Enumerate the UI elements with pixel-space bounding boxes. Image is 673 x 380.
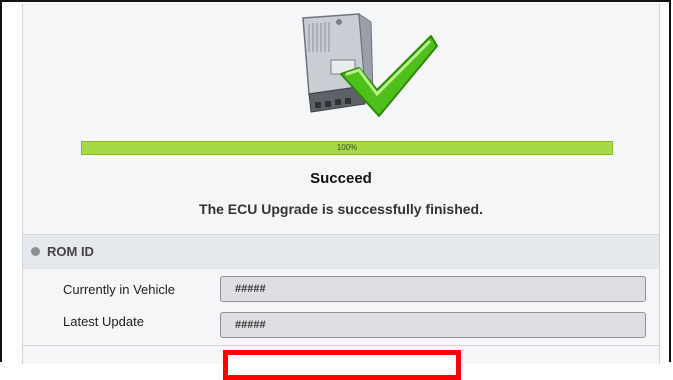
progress-bar: 100% bbox=[81, 141, 613, 155]
progress-percent-label: 100% bbox=[336, 143, 358, 152]
latest-update-label: Latest Update bbox=[63, 314, 144, 329]
latest-update-value: ##### bbox=[220, 312, 646, 338]
divider bbox=[23, 345, 659, 346]
checkmark-icon bbox=[340, 35, 438, 117]
highlighted-ok-button[interactable] bbox=[223, 350, 461, 380]
rom-id-label: ROM ID bbox=[47, 244, 94, 259]
rom-id-section-header: ROM ID bbox=[23, 234, 659, 269]
app-frame: 100% Succeed The ECU Upgrade is successf… bbox=[0, 0, 671, 380]
ecu-upgrade-panel: 100% Succeed The ECU Upgrade is successf… bbox=[22, 4, 660, 380]
status-message: The ECU Upgrade is successfully finished… bbox=[199, 201, 483, 217]
status-title: Succeed bbox=[310, 170, 372, 187]
bullet-icon bbox=[31, 247, 40, 256]
ecu-success-graphic bbox=[281, 12, 441, 122]
currently-in-vehicle-value: ##### bbox=[220, 276, 646, 302]
currently-in-vehicle-label: Currently in Vehicle bbox=[63, 282, 175, 297]
